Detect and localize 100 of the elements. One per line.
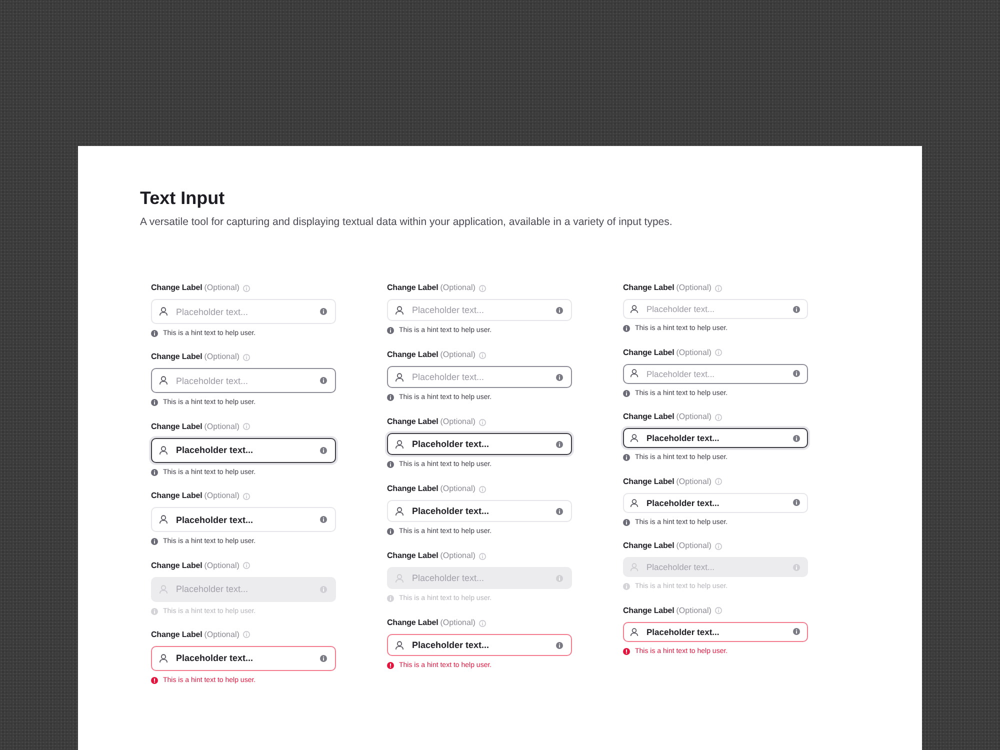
info-icon [387,595,394,602]
info-icon[interactable] [479,418,486,426]
field-label: Change Label [623,348,674,358]
field-label: Change Label [387,283,438,293]
user-icon [630,369,638,378]
optional-note: (Optional) [440,417,476,427]
info-icon[interactable] [479,486,486,492]
info-icon[interactable] [793,306,800,312]
info-icon[interactable] [320,308,327,315]
text-input[interactable]: Placeholder text... [623,492,808,513]
info-icon [387,528,394,535]
text-input[interactable]: Placeholder text... [151,438,336,463]
optional-note: (Optional) [676,476,712,487]
field-label: Change Label [623,476,674,487]
info-icon [151,538,158,546]
user-icon [630,304,638,314]
text-input[interactable]: Placeholder text... [387,366,572,388]
info-icon[interactable] [243,562,250,570]
text-input[interactable]: Placeholder text... [387,634,572,656]
info-icon [151,468,158,476]
text-input[interactable]: Placeholder text... [387,500,572,522]
user-icon [159,584,168,594]
text-input[interactable]: Placeholder text... [623,428,808,448]
info-icon [387,461,394,468]
info-icon[interactable] [479,620,486,626]
user-icon [159,307,168,316]
field-label: Change Label [387,484,438,494]
info-icon[interactable] [793,434,800,442]
info-icon [623,325,630,332]
user-icon [630,563,638,572]
info-icon[interactable] [479,284,486,292]
info-icon[interactable] [320,377,327,384]
field-label: Change Label [387,350,438,360]
info-icon[interactable] [793,499,800,506]
optional-note: (Optional) [676,283,712,293]
info-icon[interactable] [556,440,563,448]
info-icon[interactable] [320,446,327,454]
info-icon [623,583,630,590]
field-label: Change Label [151,630,202,640]
info-icon[interactable] [243,423,250,430]
info-icon[interactable] [556,306,563,314]
user-icon [630,628,638,636]
info-icon[interactable] [320,654,327,662]
user-icon [395,372,404,382]
info-icon [623,518,630,526]
info-icon[interactable] [320,516,327,524]
text-input[interactable]: Placeholder text... [151,507,336,532]
user-icon [630,434,638,442]
info-icon[interactable] [243,354,250,361]
user-icon [395,506,404,516]
info-icon [387,394,394,401]
optional-note: (Optional) [676,606,712,616]
info-icon[interactable] [715,478,722,486]
field-label: Change Label [151,283,202,293]
optional-note: (Optional) [676,541,712,552]
info-icon [151,330,158,337]
optional-note: (Optional) [204,283,240,293]
user-icon [395,640,404,650]
info-icon [623,454,630,462]
text-input[interactable]: Placeholder text... [623,364,808,384]
info-icon[interactable] [479,352,486,358]
field-label: Change Label [387,551,438,561]
text-input[interactable]: Placeholder text... [151,368,336,394]
user-icon [159,654,168,663]
info-icon [151,399,158,406]
alert-icon [151,676,158,684]
text-input[interactable]: Placeholder text... [623,622,808,642]
user-icon [159,376,168,386]
field-label: Change Label [623,606,674,616]
alert-icon [387,662,394,669]
optional-note: (Optional) [204,630,240,640]
info-icon[interactable] [793,628,800,636]
info-icon[interactable] [243,631,250,638]
user-icon [159,446,168,455]
info-icon[interactable] [715,349,722,356]
optional-note: (Optional) [440,283,476,293]
info-icon[interactable] [556,642,563,648]
info-icon[interactable] [715,542,722,550]
text-input[interactable]: Placeholder text... [151,646,336,671]
info-icon[interactable] [715,284,722,292]
user-icon [395,306,404,314]
optional-note: (Optional) [204,491,240,502]
page-description: A versatile tool for capturing and displaying textual data within your application, available in a variety of input types. [140,215,672,229]
info-icon[interactable] [715,607,722,614]
info-icon[interactable] [556,374,563,380]
info-icon [623,390,630,397]
info-icon[interactable] [793,370,800,378]
info-icon[interactable] [556,508,563,514]
text-input[interactable]: Placeholder text... [387,433,572,455]
info-icon [387,327,394,334]
optional-note: (Optional) [676,412,712,422]
alert-icon [623,648,630,655]
user-icon [395,440,404,448]
user-icon [630,498,638,508]
info-icon[interactable] [243,492,250,500]
info-icon[interactable] [715,414,722,421]
info-icon[interactable] [243,284,250,292]
info-icon[interactable] [479,552,486,560]
info-icon [151,608,158,615]
field-label: Change Label [387,618,438,628]
